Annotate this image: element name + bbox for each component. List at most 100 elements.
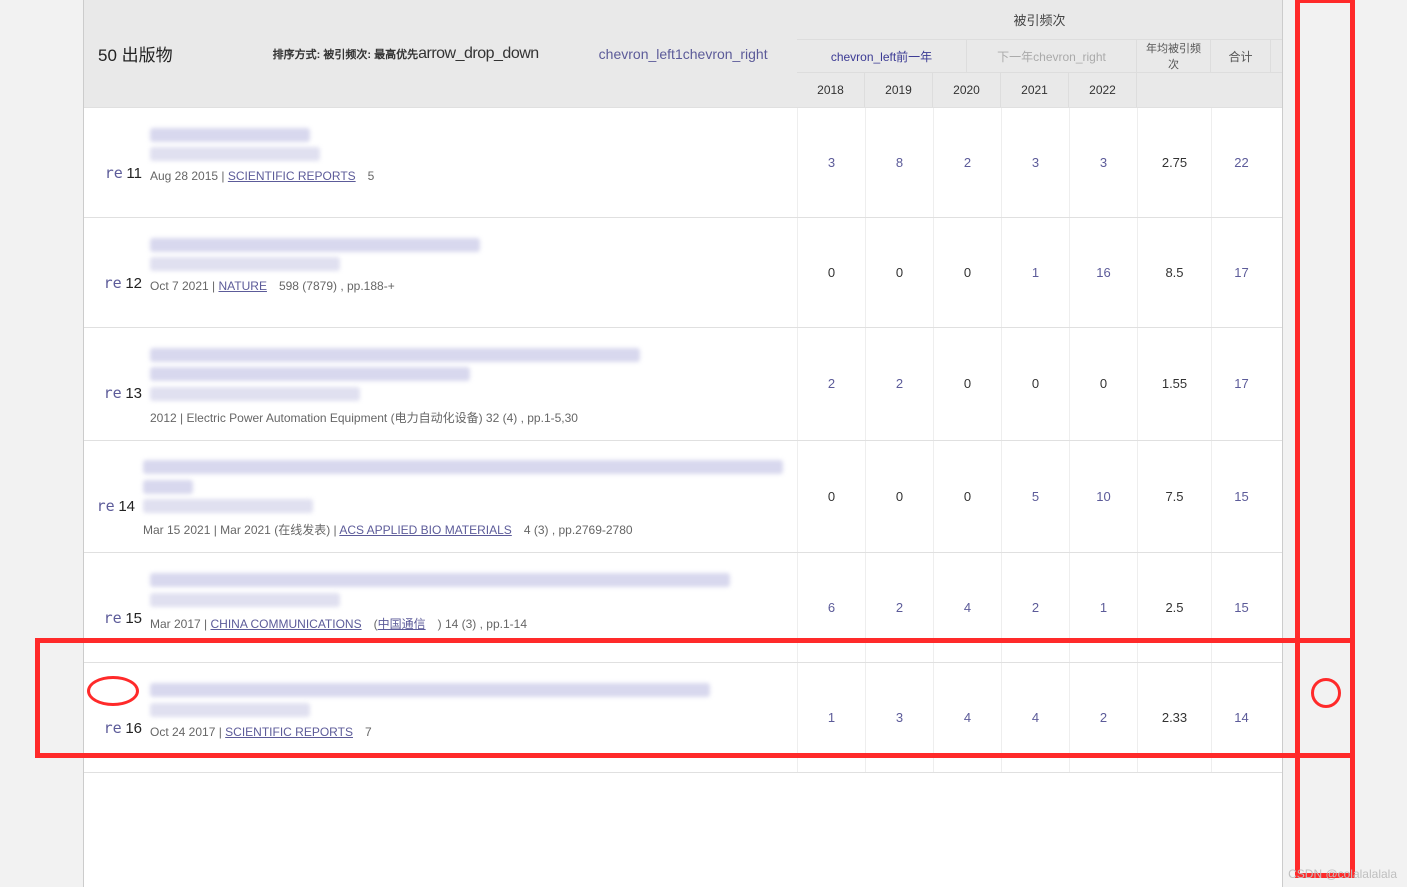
year-2018: 2018 — [797, 73, 865, 107]
pub-date: Mar 2017 | — [150, 617, 210, 631]
redacted-title[interactable] — [143, 460, 783, 474]
redacted-authors[interactable] — [150, 257, 340, 271]
redacted-authors[interactable] — [150, 147, 320, 161]
journal-link[interactable]: SCIENTIFIC REPORTS — [228, 169, 356, 183]
cite-year-value[interactable]: 0 — [1001, 328, 1069, 440]
volume-info: 7 — [365, 725, 372, 739]
cite-year-value[interactable]: 0 — [933, 328, 1001, 440]
cite-sum[interactable]: 17 — [1211, 328, 1271, 440]
cite-year-value[interactable]: 4 — [933, 663, 1001, 772]
cite-year-value[interactable]: 1 — [1001, 218, 1069, 327]
cite-year-value[interactable]: 2 — [865, 553, 933, 662]
publication-body: Mar 15 2021 | Mar 2021 (在线发表) | ACS APPL… — [143, 455, 783, 539]
row-index: re 14 — [90, 455, 143, 539]
volume-info: 5 — [368, 169, 375, 183]
row-number: 15 — [125, 610, 142, 627]
sum-header: 合计 — [1211, 40, 1271, 72]
cite-avg: 7.5 — [1137, 441, 1211, 553]
cite-year-value[interactable]: 1 — [1069, 553, 1137, 662]
re-prefix: re — [105, 164, 123, 182]
table-row: re 12Oct 7 2021 | NATURE598 (7879) , pp.… — [84, 218, 1282, 328]
redacted-authors[interactable] — [150, 703, 310, 717]
journal-link[interactable]: ACS APPLIED BIO MATERIALS — [339, 523, 512, 537]
cite-year-value[interactable]: 2 — [865, 328, 933, 440]
cite-sum[interactable]: 15 — [1211, 441, 1271, 553]
cite-year-value[interactable]: 3 — [865, 663, 933, 772]
publication-body: Oct 24 2017 | SCIENTIFIC REPORTS 7 — [150, 677, 783, 758]
cite-year-value[interactable]: 10 — [1069, 441, 1137, 553]
next-year-link: 下一年chevron_right — [967, 40, 1137, 72]
cite-year-value[interactable]: 0 — [865, 218, 933, 327]
cite-year-value[interactable]: 16 — [1069, 218, 1137, 327]
cite-year-value[interactable]: 0 — [865, 441, 933, 553]
publication-body: Aug 28 2015 | SCIENTIFIC REPORTS5 — [150, 122, 783, 203]
pub-date: Oct 24 2017 | — [150, 725, 225, 739]
cite-year-value[interactable]: 2 — [797, 328, 865, 440]
redacted-title[interactable] — [150, 367, 470, 381]
journal-text: Electric Power Automation Equipment (电力自… — [186, 411, 577, 425]
pub-date: Oct 7 2021 | — [150, 279, 219, 293]
citation-cells: 220001.5517 — [797, 328, 1282, 440]
row-index: re 15 — [90, 567, 150, 648]
cite-year-value[interactable]: 5 — [1001, 441, 1069, 553]
cite-year-value[interactable]: 0 — [797, 441, 865, 553]
publication-meta: Oct 7 2021 | NATURE598 (7879) , pp.188-+ — [150, 279, 783, 293]
cite-year-value[interactable]: 1 — [797, 663, 865, 772]
journal-link[interactable]: NATURE — [219, 279, 267, 293]
citation-title: 被引频次 — [797, 0, 1282, 40]
volume-info: 4 (3) , pp.2769-2780 — [524, 523, 633, 537]
journal-cn-link[interactable]: 中国通信 — [378, 617, 426, 631]
cite-year-value[interactable]: 3 — [797, 108, 865, 217]
cite-year-value[interactable]: 0 — [1069, 328, 1137, 440]
cite-year-value[interactable]: 3 — [1069, 108, 1137, 217]
redacted-title[interactable] — [150, 128, 310, 142]
citation-cells: 134422.3314 — [797, 663, 1282, 772]
redacted-title[interactable] — [150, 683, 710, 697]
redacted-title[interactable] — [143, 480, 193, 494]
cite-year-value[interactable]: 3 — [1001, 108, 1069, 217]
cite-year-value[interactable]: 2 — [933, 108, 1001, 217]
prev-year-link[interactable]: chevron_left前一年 — [797, 40, 967, 72]
cite-year-value[interactable]: 6 — [797, 553, 865, 662]
cite-avg: 2.75 — [1137, 108, 1211, 217]
cite-year-value[interactable]: 2 — [1069, 663, 1137, 772]
journal-link[interactable]: SCIENTIFIC REPORTS — [225, 725, 353, 739]
cite-sum[interactable]: 22 — [1211, 108, 1271, 217]
redacted-title[interactable] — [150, 573, 730, 587]
table-row: re 14Mar 15 2021 | Mar 2021 (在线发表) | ACS… — [84, 441, 1282, 554]
re-prefix: re — [97, 497, 115, 515]
journal-link[interactable]: CHINA COMMUNICATIONS — [210, 617, 361, 631]
redacted-authors[interactable] — [143, 499, 313, 513]
cite-sum[interactable]: 14 — [1211, 663, 1271, 772]
redacted-authors[interactable] — [150, 387, 360, 401]
cite-sum[interactable]: 17 — [1211, 218, 1271, 327]
publication-cell: re 12Oct 7 2021 | NATURE598 (7879) , pp.… — [84, 218, 797, 327]
cite-year-value[interactable]: 0 — [933, 441, 1001, 553]
publication-meta: Aug 28 2015 | SCIENTIFIC REPORTS5 — [150, 169, 783, 183]
cite-year-value[interactable]: 0 — [797, 218, 865, 327]
table-row: re 15Mar 2017 | CHINA COMMUNICATIONS(中国通… — [84, 553, 1282, 663]
cite-year-value[interactable]: 4 — [1001, 663, 1069, 772]
sort-controls[interactable]: 排序方式: 被引频次: 最高优先arrow_drop_down — [273, 45, 539, 63]
chevron-left-icon[interactable]: chevron_left — [599, 46, 675, 62]
cite-year-value[interactable]: 8 — [865, 108, 933, 217]
row-index: re 11 — [90, 122, 150, 203]
row-number: 13 — [125, 385, 142, 402]
table-header: 50 出版物 排序方式: 被引频次: 最高优先arrow_drop_down c… — [84, 0, 1282, 108]
redacted-title[interactable] — [150, 238, 480, 252]
redacted-authors[interactable] — [150, 593, 340, 607]
cite-sum[interactable]: 15 — [1211, 553, 1271, 662]
chevron-right-icon[interactable]: chevron_right — [683, 46, 768, 62]
pub-date: Mar 15 2021 | Mar 2021 (在线发表) | — [143, 523, 339, 537]
page-nav[interactable]: chevron_left1chevron_right — [599, 46, 768, 62]
re-prefix: re — [104, 274, 122, 292]
redacted-title[interactable] — [150, 348, 640, 362]
re-prefix: re — [104, 609, 122, 627]
cite-year-value[interactable]: 4 — [933, 553, 1001, 662]
page-number: 1 — [675, 46, 683, 62]
cite-year-value[interactable]: 2 — [1001, 553, 1069, 662]
cite-year-value[interactable]: 0 — [933, 218, 1001, 327]
publication-cell: re 132012 | Electric Power Automation Eq… — [84, 328, 797, 440]
cite-avg: 8.5 — [1137, 218, 1211, 327]
cite-avg: 1.55 — [1137, 328, 1211, 440]
